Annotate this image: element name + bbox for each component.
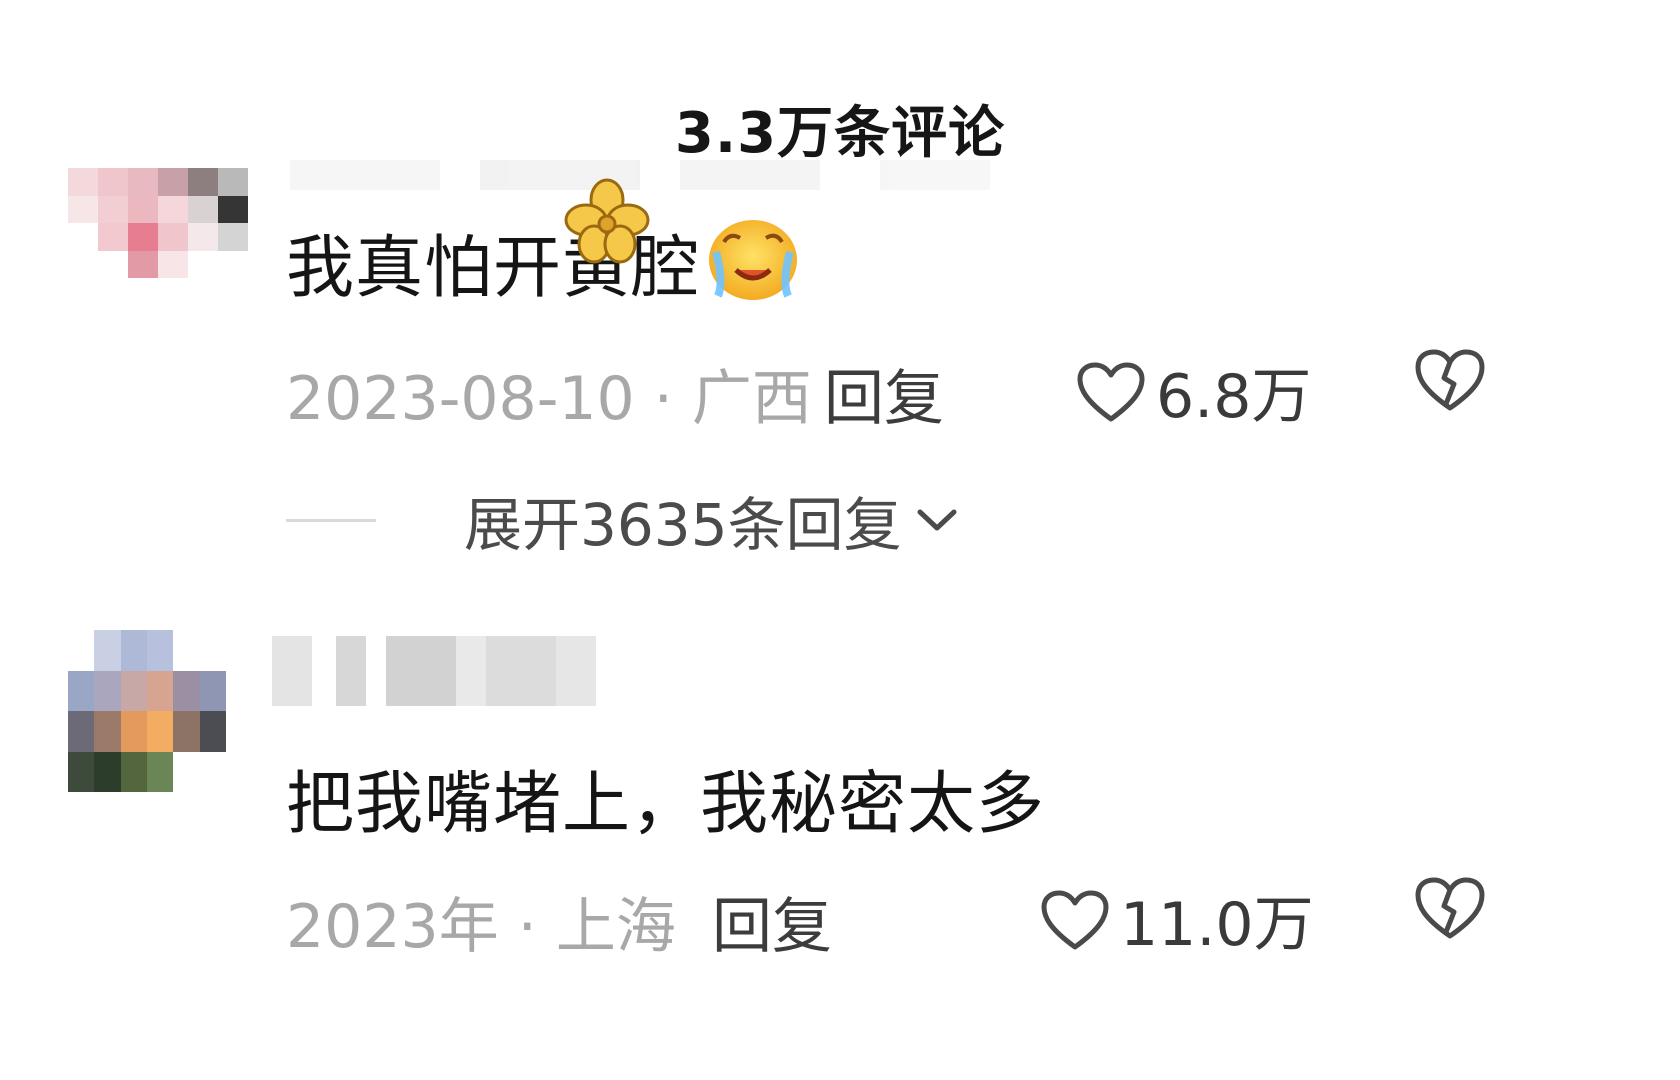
divider-line — [286, 518, 376, 522]
heart-outline-icon — [1077, 362, 1145, 421]
username[interactable] — [272, 636, 596, 706]
heart-outline-icon — [1041, 890, 1109, 949]
avatar[interactable] — [68, 630, 226, 792]
broken-heart-icon[interactable] — [1414, 348, 1486, 412]
like-button[interactable]: 11.0万 — [1040, 876, 1314, 963]
reply-button[interactable]: 回复 — [824, 350, 944, 437]
reply-button[interactable]: 回复 — [712, 878, 832, 965]
like-count: 11.0万 — [1120, 890, 1314, 960]
comment-date-location: 2023年 · 上海 — [286, 892, 676, 962]
comment-text: 把我嘴堵上，我秘密太多 — [286, 765, 1046, 844]
like-count: 6.8万 — [1156, 362, 1312, 432]
broken-heart-icon[interactable] — [1414, 876, 1486, 940]
chevron-down-icon — [917, 509, 957, 531]
expand-replies-button[interactable]: 展开3635条回复 — [286, 478, 960, 562]
flower-emoji-icon — [564, 178, 650, 264]
comments-count-title: 3.3万条评论 — [674, 101, 1006, 166]
avatar[interactable] — [68, 168, 248, 278]
comment-date-location: 2023-08-10 · 广西 — [286, 364, 812, 434]
like-button[interactable]: 6.8万 — [1076, 348, 1311, 435]
expand-replies-label: 展开3635条回复 — [464, 491, 902, 559]
crying-face-emoji-icon — [709, 220, 797, 300]
